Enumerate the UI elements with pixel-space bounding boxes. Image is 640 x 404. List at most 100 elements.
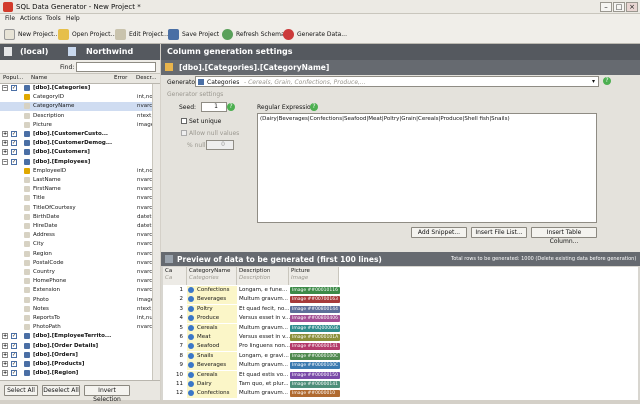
col-populate[interactable]: Popul... [3, 75, 23, 81]
open-project-button[interactable]: Open Project... [58, 27, 116, 41]
seed-input[interactable]: 1 [201, 102, 227, 112]
col-error[interactable]: Error [114, 75, 127, 81]
column-icon [24, 186, 30, 193]
table-node[interactable]: + ✓ [dbo].[Order Details] [0, 342, 158, 351]
include-checkbox[interactable]: ✓ [11, 370, 17, 377]
edit-project-button[interactable]: Edit Project... [115, 27, 169, 41]
expand-toggle-icon[interactable]: + [2, 342, 8, 349]
grid-header[interactable]: CategoryName Categories [187, 267, 237, 285]
expand-toggle-icon[interactable]: + [2, 370, 8, 377]
tree-scrollbar[interactable] [152, 84, 160, 380]
save-project-button[interactable]: Save Project [168, 27, 219, 41]
include-checkbox[interactable]: ✓ [11, 158, 17, 165]
generator-select[interactable]: Categories - Cereals, Grain, Confections… [195, 76, 599, 87]
column-node[interactable]: Photo image, [0, 296, 158, 305]
menu-actions[interactable]: Actions [20, 15, 42, 22]
column-node[interactable]: HireDate datetin [0, 222, 158, 231]
table-node[interactable]: + ✓ [dbo].[Region] [0, 369, 158, 378]
invert-selection-button[interactable]: Invert Selection [84, 385, 130, 403]
preview-row: 8 Snails Longam, e gravi... Image ##0000100… [179, 351, 340, 361]
expand-toggle-icon[interactable]: + [2, 131, 8, 137]
regex-help-icon[interactable]: ? [310, 103, 318, 111]
column-node[interactable]: CategoryName nvarch [0, 102, 158, 112]
column-icon [24, 204, 30, 211]
table-node[interactable]: + ✓ [dbo].[Customers] [0, 148, 158, 157]
help-icon[interactable]: ? [603, 77, 611, 85]
null-percent-input[interactable]: 0 [206, 140, 234, 150]
include-checkbox[interactable]: ✓ [11, 85, 17, 91]
maximize-button[interactable]: □ [613, 2, 625, 12]
expand-toggle-icon[interactable]: − [2, 158, 8, 165]
include-checkbox[interactable]: ✓ [11, 149, 17, 156]
grid-header[interactable]: Description Description [237, 267, 289, 285]
column-node[interactable]: BirthDate datetin [0, 213, 158, 222]
column-node[interactable]: PostalCode nvarch [0, 259, 158, 268]
col-name[interactable]: Name [31, 75, 47, 81]
table-node[interactable]: + ✓ [dbo].[EmployeeTerrito... [0, 332, 158, 341]
column-node[interactable]: Extension nvarch [0, 286, 158, 295]
column-node[interactable]: Address nvarch [0, 231, 158, 240]
column-node[interactable]: CategoryID int,not [0, 93, 158, 102]
tables-pane: (local) Northwind Find: Popul... Name Er… [0, 44, 160, 403]
col-description[interactable]: Descr... [136, 75, 157, 81]
column-icon [24, 167, 30, 174]
column-icon [24, 315, 30, 321]
menu-help[interactable]: Help [66, 15, 80, 22]
regex-textarea[interactable]: (Dairy|Beverages|Confections|Seafood|Mea… [257, 113, 597, 223]
grid-header[interactable]: Picture Image [289, 267, 339, 285]
expand-toggle-icon[interactable]: + [2, 361, 8, 367]
expand-toggle-icon[interactable]: + [2, 351, 8, 358]
grid-header[interactable]: Ca Ca [163, 267, 187, 285]
expand-toggle-icon[interactable]: − [2, 85, 8, 91]
table-node[interactable]: − ✓ [dbo].[Employees] [0, 158, 158, 167]
image-badge: Image ##00000141 [290, 343, 340, 351]
column-node[interactable]: EmployeeID int,not [0, 167, 158, 176]
include-checkbox[interactable]: ✓ [11, 342, 17, 349]
close-button[interactable]: × [626, 2, 638, 12]
select-all-button[interactable]: Select All [4, 385, 38, 396]
include-checkbox[interactable]: ✓ [11, 333, 17, 340]
include-checkbox[interactable]: ✓ [11, 351, 17, 358]
column-node[interactable]: Region nvarch [0, 250, 158, 259]
expand-toggle-icon[interactable]: + [2, 333, 8, 340]
column-node[interactable]: Title nvarch [0, 194, 158, 203]
new-project-button[interactable]: New Project... [4, 27, 59, 41]
include-checkbox[interactable]: ✓ [11, 131, 17, 137]
generate-data-button[interactable]: Generate Data... [283, 27, 347, 41]
column-node[interactable]: LastName nvarch [0, 176, 158, 185]
refresh-schema-button[interactable]: Refresh Schema [222, 27, 285, 41]
find-input[interactable] [76, 62, 156, 72]
deselect-all-button[interactable]: Deselect All [42, 385, 80, 396]
expand-toggle-icon[interactable]: + [2, 149, 8, 156]
column-node[interactable]: TitleOfCourtesy nvarch [0, 204, 158, 213]
column-node[interactable]: FirstName nvarch [0, 185, 158, 194]
expand-toggle-icon[interactable]: + [2, 140, 8, 147]
include-checkbox[interactable]: ✓ [11, 361, 17, 367]
allow-null-checkbox[interactable] [181, 130, 187, 136]
set-unique-checkbox[interactable] [181, 118, 187, 124]
include-checkbox[interactable]: ✓ [11, 140, 17, 147]
add-snippet-button[interactable]: Add Snippet... [411, 227, 467, 238]
table-node[interactable]: + ✓ [dbo].[CustomerCusto... [0, 130, 158, 139]
insert-file-list-button[interactable]: Insert File List... [471, 227, 527, 238]
table-node[interactable]: + ✓ [dbo].[CustomerDemog... [0, 139, 158, 148]
column-node[interactable]: Notes ntext,n [0, 305, 158, 314]
column-node[interactable]: PhotoPath nvarch [0, 323, 158, 332]
table-icon [24, 333, 30, 340]
seed-help-icon[interactable]: ? [227, 103, 235, 111]
category-icon [188, 287, 194, 293]
table-node[interactable]: − ✓ [dbo].[Categories] [0, 84, 158, 93]
table-node[interactable]: + ✓ [dbo].[Orders] [0, 351, 158, 360]
column-node[interactable]: HomePhone nvarch [0, 277, 158, 286]
menu-bar: File Actions Tools Help [0, 14, 640, 24]
column-node[interactable]: Description ntext,n [0, 112, 158, 121]
column-node[interactable]: Country nvarch [0, 268, 158, 277]
column-node[interactable]: Picture image, [0, 121, 158, 130]
column-node[interactable]: City nvarch [0, 240, 158, 249]
insert-table-column-button[interactable]: Insert Table Column... [531, 227, 597, 245]
table-node[interactable]: + ✓ [dbo].[Products] [0, 360, 158, 369]
menu-file[interactable]: File [5, 15, 15, 22]
menu-tools[interactable]: Tools [46, 15, 61, 22]
column-node[interactable]: ReportsTo int,null [0, 314, 158, 323]
minimize-button[interactable]: – [600, 2, 612, 12]
